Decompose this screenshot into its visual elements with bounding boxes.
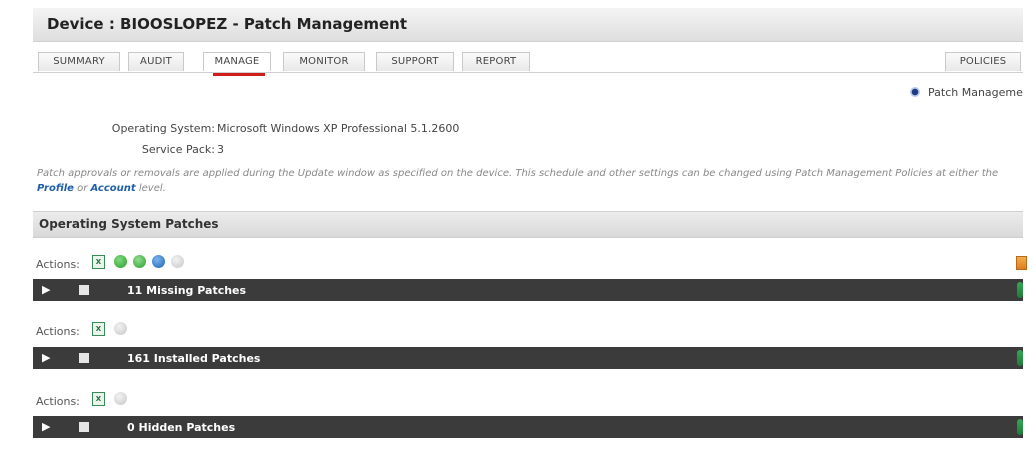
service-pack-row: Service Pack: 3 xyxy=(40,143,520,157)
actions-label: Actions: xyxy=(36,325,80,338)
tab-report[interactable]: REPORT xyxy=(462,52,530,71)
hidden-patches-bar[interactable]: ▶ 0 Hidden Patches xyxy=(33,416,1023,438)
missing-actions: Actions: X xyxy=(36,255,236,273)
service-pack-value: 3 xyxy=(217,143,224,156)
radio-label: Patch Manageme xyxy=(928,86,1023,99)
profile-link[interactable]: Profile xyxy=(37,183,74,194)
tab-audit[interactable]: AUDIT xyxy=(128,52,184,71)
tab-bar: SUMMARY AUDIT MANAGE MONITOR SUPPORT REP… xyxy=(33,52,1023,76)
tab-monitor[interactable]: MONITOR xyxy=(283,52,365,71)
note-text-end: level. xyxy=(135,183,166,194)
tab-manage[interactable]: MANAGE xyxy=(203,52,271,71)
os-value: Microsoft Windows XP Professional 5.1.26… xyxy=(217,122,460,135)
installed-patches-bar[interactable]: ▶ 161 Installed Patches xyxy=(33,347,1023,369)
export-icon[interactable] xyxy=(1016,256,1027,270)
installed-actions: Actions: X xyxy=(36,322,156,340)
green-arrow-icon[interactable] xyxy=(133,255,146,268)
green-circle-icon[interactable] xyxy=(114,255,127,268)
hidden-actions: Actions: X xyxy=(36,392,156,410)
os-row: Operating System: Microsoft Windows XP P… xyxy=(40,122,520,136)
tab-summary[interactable]: SUMMARY xyxy=(38,52,120,71)
tab-support[interactable]: SUPPORT xyxy=(376,52,454,71)
gray-circle-icon xyxy=(114,392,127,405)
gray-circle-icon xyxy=(114,322,127,335)
actions-label: Actions: xyxy=(36,395,80,408)
gray-circle-icon xyxy=(171,255,184,268)
hidden-patches-label: 0 Hidden Patches xyxy=(127,421,236,434)
missing-patches-label: 11 Missing Patches xyxy=(127,284,247,297)
expand-arrow-icon[interactable]: ▶ xyxy=(42,351,50,364)
service-pack-label: Service Pack: xyxy=(141,143,215,156)
expand-arrow-icon[interactable]: ▶ xyxy=(42,420,50,433)
expand-arrow-icon[interactable]: ▶ xyxy=(42,283,50,296)
page-header: Device : BIOOSLOPEZ - Patch Management xyxy=(33,8,1023,42)
xls-export-icon[interactable]: X xyxy=(92,322,105,336)
radio-selected-icon[interactable] xyxy=(910,87,920,97)
refresh-icon[interactable] xyxy=(1017,350,1023,366)
active-tab-indicator xyxy=(213,73,265,76)
select-all-checkbox[interactable] xyxy=(79,285,89,295)
tab-policies[interactable]: POLICIES xyxy=(945,52,1021,71)
note-text: Patch approvals or removals are applied … xyxy=(37,168,999,179)
note-text-or: or xyxy=(73,183,91,194)
patch-management-radio[interactable]: Patch Manageme xyxy=(910,86,1023,99)
os-patches-section-header: Operating System Patches xyxy=(33,211,1023,238)
xls-export-icon[interactable]: X xyxy=(92,255,105,269)
installed-patches-label: 161 Installed Patches xyxy=(127,352,261,365)
os-label: Operating System: xyxy=(111,122,215,135)
patch-schedule-note: Patch approvals or removals are applied … xyxy=(37,166,1022,196)
actions-label: Actions: xyxy=(36,258,80,271)
section-title: Operating System Patches xyxy=(39,217,219,231)
blue-circle-icon[interactable] xyxy=(152,255,165,268)
select-all-checkbox[interactable] xyxy=(79,422,89,432)
missing-patches-bar[interactable]: ▶ 11 Missing Patches xyxy=(33,279,1023,301)
page-title: Device : BIOOSLOPEZ - Patch Management xyxy=(47,15,408,33)
refresh-icon[interactable] xyxy=(1017,419,1023,435)
account-link[interactable]: Account xyxy=(91,183,136,194)
xls-export-icon[interactable]: X xyxy=(92,392,105,406)
refresh-icon[interactable] xyxy=(1017,282,1023,298)
select-all-checkbox[interactable] xyxy=(79,353,89,363)
